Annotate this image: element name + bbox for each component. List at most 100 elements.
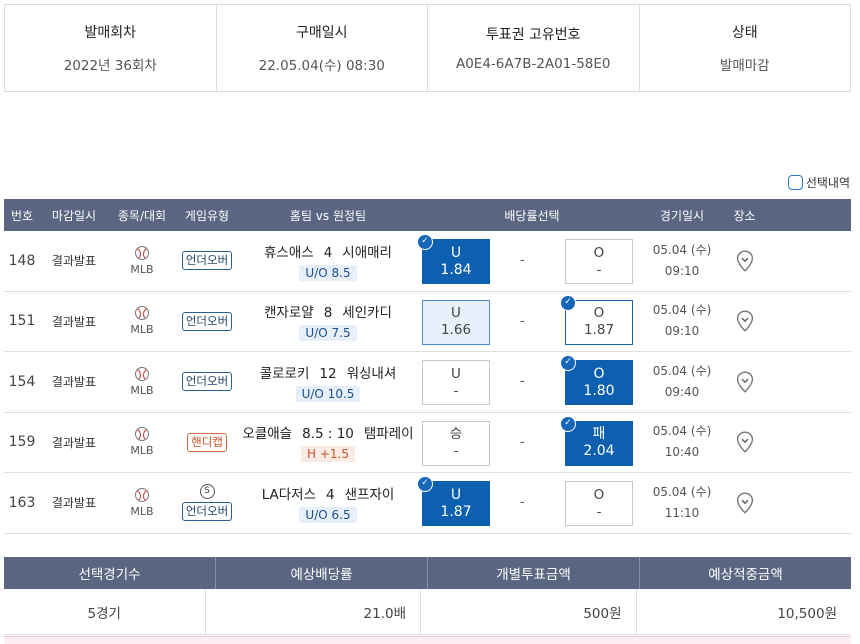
match-score: 8 [323, 305, 333, 322]
check-icon: ✓ [560, 355, 576, 371]
sport-cell: MLB [108, 427, 176, 457]
match-teams: 오클애슬 8.5 : 10 탬파레이 [242, 422, 413, 442]
match-teams: 콜로로키 12 워싱내셔 [260, 362, 397, 382]
odds-option-value: - [596, 261, 602, 278]
odds-option-value: 1.84 [440, 261, 472, 278]
odds-middle: - [520, 374, 525, 389]
odds-option-value: 2.04 [583, 443, 615, 459]
location-pin-icon[interactable] [736, 250, 754, 272]
away-team: 탬파레이 [363, 426, 414, 443]
odds-cell: 승 - - ✓ 패 2.04 [418, 413, 646, 473]
match-datetime: 05.04 (수) 10:40 [646, 421, 718, 463]
match-datetime: 05.04 (수) 11:10 [646, 482, 718, 524]
close-status: 결과발표 [51, 375, 97, 390]
sport-cell: MLB [108, 487, 176, 518]
game-type-cell: 언더오버 [176, 251, 238, 271]
baseball-icon [135, 366, 149, 381]
table-row: 163 결과발표 MLB S 언더오버 LA다저스 4 샌프자이 U/O 6.5 ✓ U 1.87- O… [4, 473, 851, 534]
status-label: 상태 [731, 25, 758, 41]
close-status: 결과발표 [51, 496, 97, 511]
location-pin-icon[interactable] [736, 371, 754, 393]
round-value: 2022년 36회차 [63, 58, 157, 74]
check-icon: ✓ [417, 476, 433, 492]
odds-option-label: U [450, 244, 462, 261]
ticket-id-label: 투표권 고유번호 [485, 27, 581, 43]
baseball-icon [135, 487, 149, 502]
selection-toggle-label: 선택내역 [805, 176, 850, 190]
handicap-line-badge: U/O 6.5 [299, 506, 357, 523]
match-score: 4 [326, 486, 335, 503]
location-pin-icon[interactable] [736, 492, 754, 514]
selection-only-toggle[interactable]: 선택내역 [787, 174, 850, 191]
game-type-cell: 언더오버 [176, 372, 238, 392]
match-score: 8.5 : 10 [302, 426, 354, 443]
match-date: 05.04 (수) [652, 363, 712, 378]
odds-option-label: 승 [449, 426, 463, 442]
totals-header-games: 선택경기수 [4, 557, 216, 589]
game-type-badge: 핸디캡 [187, 432, 227, 452]
selection-checkbox[interactable] [787, 175, 803, 190]
odds-cell: ✓ U 1.84 - O - [417, 231, 646, 291]
purchase-value: 22.05.04(수) 08:30 [258, 58, 385, 74]
away-team: 시애매리 [342, 244, 392, 261]
header-date: 경기일시 [659, 208, 705, 223]
status-cell: 상태 발매마감 [640, 5, 851, 91]
game-number: 159 [8, 434, 36, 451]
handicap-line-badge: U/O 10.5 [295, 385, 361, 402]
odds-option-right[interactable]: ✓ O 1.87 [560, 294, 633, 345]
league-label: MLB [130, 383, 154, 397]
game-type-badge: 언더오버 [181, 311, 233, 331]
home-team: 휴스애스 [264, 244, 314, 261]
venue-cell [718, 371, 771, 393]
match-teams: 휴스애스 4 시애매리 [264, 241, 392, 261]
location-pin-icon[interactable] [736, 431, 754, 454]
odds-option-label: O [593, 244, 605, 261]
odds-option-label: U [450, 486, 462, 503]
odds-option-value: - [453, 443, 459, 459]
home-team: 오클애슬 [242, 426, 293, 443]
location-pin-icon[interactable] [736, 310, 754, 333]
odds-cell: ✓ U 1.87- O - [417, 473, 646, 533]
match-datetime: 05.04 (수) 09:40 [646, 361, 718, 403]
match-time: 09:10 [664, 263, 700, 278]
header-type: 게임유형 [184, 208, 230, 223]
match-date: 05.04 (수) [652, 242, 712, 257]
close-status: 결과발표 [51, 314, 97, 329]
odds-option-right[interactable]: O- [565, 239, 633, 284]
special-s-icon: S [199, 484, 215, 500]
games-table-header: 번호 마감일시 종목/대회 게임유형 홈팀 vs 원정팀 배당률선택 경기일시 … [4, 199, 851, 231]
baseball-icon [135, 306, 149, 321]
league-label: MLB [130, 504, 154, 518]
league-label: MLB [130, 323, 154, 337]
match-cell: 오클애슬 8.5 : 10 탬파레이 H +1.5 [238, 422, 418, 463]
game-type-cell: 핸디캡 [176, 432, 238, 452]
odds-option-label: U [451, 365, 461, 382]
match-datetime: 05.04 (수) 09:10 [646, 300, 718, 342]
odds-option-left[interactable]: U 1.66 [422, 299, 490, 345]
venue-cell [718, 250, 771, 272]
odds-option-value: 1.66 [440, 322, 472, 338]
away-team: 워싱내셔 [346, 365, 397, 382]
handicap-line-badge: H +1.5 [301, 446, 355, 463]
close-status: 결과발표 [51, 254, 97, 269]
ticket-id-value: A0E4-6A7B-2A01-58E0 [455, 56, 611, 72]
away-team: 샌프자이 [344, 486, 395, 503]
total-games: 5경기 [4, 589, 206, 634]
game-type-badge: 언더오버 [181, 372, 233, 392]
odds-option-value: 1.87 [440, 503, 472, 520]
venue-cell [718, 431, 771, 454]
odds-option-right[interactable]: ✓ O 1.80 [560, 355, 633, 405]
odds-option-left[interactable]: U- [422, 360, 490, 405]
match-score: 12 [319, 365, 337, 382]
game-number: 154 [8, 373, 36, 390]
odds-option-left[interactable]: ✓ U 1.84 [417, 234, 490, 284]
match-time: 10:40 [664, 445, 700, 460]
table-row: 154 결과발표 MLB 언더오버 콜로로키 12 워싱내셔 U/O 10.5 U - - ✓ O 1.8… [4, 352, 851, 413]
check-icon: ✓ [560, 415, 576, 432]
home-team: 콜로로키 [259, 365, 310, 382]
odds-option-left[interactable]: 승- [422, 420, 490, 466]
odds-option-right[interactable]: ✓ 패 2.04 [560, 415, 633, 466]
odds-option-left[interactable]: ✓ U 1.87 [417, 476, 490, 526]
odds-option-label: O [593, 305, 605, 321]
odds-option-right[interactable]: O- [565, 481, 633, 526]
